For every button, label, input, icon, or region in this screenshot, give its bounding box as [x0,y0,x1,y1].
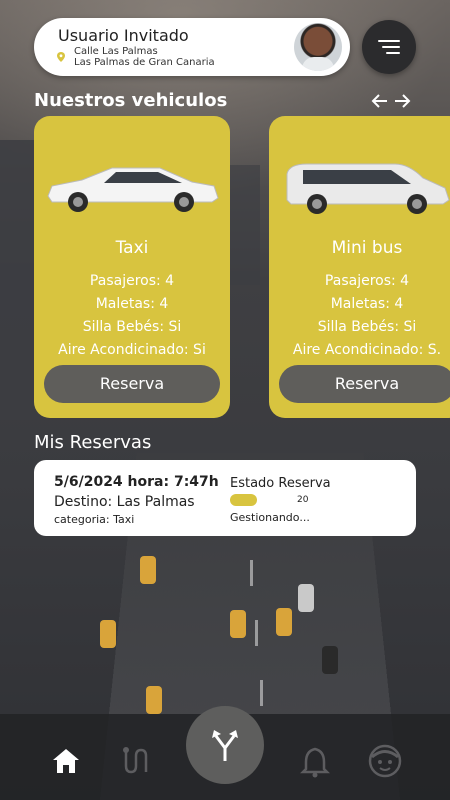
vehicle-pasajeros: Pasajeros: 4 [269,273,450,289]
taxi-car-image [42,156,222,216]
carousel-arrows [370,90,414,112]
arrow-left-icon[interactable] [370,90,390,112]
menu-button[interactable] [362,20,416,74]
bell-icon[interactable] [300,746,330,778]
vehicle-maletas: Maletas: 4 [34,296,230,312]
route-icon[interactable] [120,746,150,776]
reservation-destination: Destino: Las Palmas [54,494,195,510]
reservation-progress-value: 20 [297,495,308,505]
vehicle-card-minibus[interactable]: Mini bus Pasajeros: 4 Maletas: 4 Silla B… [269,116,450,418]
vehicle-aire: Aire Acondicinado: Si [34,342,230,358]
progress-fill [230,494,257,506]
location-pin-icon [56,52,66,62]
vehicle-silla-bebes: Silla Bebés: Si [34,319,230,335]
reservation-status-label: Estado Reserva [230,476,331,491]
reservation-date: 5/6/2024 hora: 7:47h [54,474,219,490]
center-action-button[interactable] [186,706,264,784]
reservation-card[interactable]: 5/6/2024 hora: 7:47h Destino: Las Palmas… [34,460,416,536]
vehicle-pasajeros: Pasajeros: 4 [34,273,230,289]
reservation-status: Gestionando... [230,511,310,524]
address-line-1: Calle Las Palmas [74,46,215,57]
user-card[interactable]: Usuario Invitado Calle Las Palmas Las Pa… [34,18,350,76]
minibus-car-image [277,156,450,216]
avatar[interactable] [294,23,342,71]
fork-arrow-icon [210,728,240,762]
vehicle-silla-bebes: Silla Bebés: Si [269,319,450,335]
vehicles-section-title: Nuestros vehiculos [34,90,227,111]
arrow-right-icon[interactable] [392,90,412,112]
vehicle-aire: Aire Acondicinado: S. [269,342,450,358]
face-icon[interactable] [368,744,402,778]
vehicle-maletas: Maletas: 4 [269,296,450,312]
user-address: Calle Las Palmas Las Palmas de Gran Cana… [74,46,215,68]
reserve-button[interactable]: Reserva [279,365,450,403]
menu-icon [378,40,400,42]
user-name: Usuario Invitado [58,26,189,45]
address-line-2: Las Palmas de Gran Canaria [74,57,215,68]
vehicle-name: Taxi [34,238,230,258]
reserve-button[interactable]: Reserva [44,365,220,403]
vehicle-card-taxi[interactable]: Taxi Pasajeros: 4 Maletas: 4 Silla Bebés… [34,116,230,418]
vehicle-name: Mini bus [269,238,450,258]
reservations-title: Mis Reservas [34,432,151,453]
home-icon[interactable] [52,748,80,774]
reservation-category: categoria: Taxi [54,513,134,526]
